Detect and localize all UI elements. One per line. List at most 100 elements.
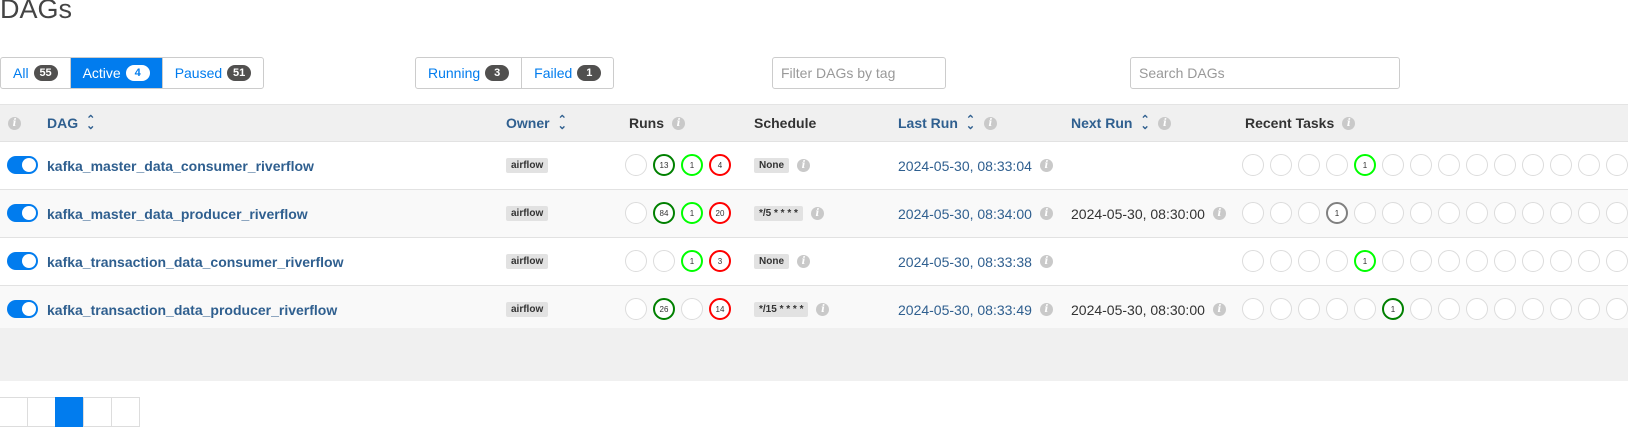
task-state-circle[interactable]	[1382, 202, 1404, 224]
task-state-circle[interactable]	[1242, 250, 1264, 272]
last-run-link[interactable]: 2024-05-30, 08:33:04	[898, 158, 1032, 174]
task-state-circle[interactable]: 1	[1354, 154, 1376, 176]
owner-label[interactable]: airflow	[506, 158, 549, 173]
info-icon[interactable]: i	[1039, 207, 1053, 220]
owner-label[interactable]: airflow	[506, 254, 549, 269]
last-run-link[interactable]: 2024-05-30, 08:33:49	[898, 302, 1032, 318]
info-icon[interactable]: i	[672, 116, 685, 130]
sort-icon[interactable]: ⌃ ⌄	[1140, 115, 1150, 132]
run-state-circle-success[interactable]: 84	[653, 202, 675, 224]
task-state-circle[interactable]	[1382, 154, 1404, 176]
task-state-circle[interactable]	[1606, 154, 1628, 176]
task-state-circle[interactable]	[1578, 154, 1600, 176]
last-run-link[interactable]: 2024-05-30, 08:34:00	[898, 206, 1032, 222]
filter-running-button[interactable]: Running 3	[416, 58, 523, 88]
task-state-circle[interactable]	[1410, 250, 1432, 272]
info-icon[interactable]: i	[8, 116, 21, 130]
info-icon[interactable]: i	[983, 116, 997, 130]
run-state-circle-queued[interactable]	[625, 298, 647, 320]
task-state-circle[interactable]	[1382, 250, 1404, 272]
sort-icon[interactable]: ⌃ ⌄	[966, 115, 976, 132]
run-state-circle-success[interactable]: 13	[653, 154, 675, 176]
run-state-circle-running[interactable]: 1	[681, 154, 703, 176]
run-state-circle-success[interactable]	[653, 250, 675, 272]
owner-label[interactable]: airflow	[506, 206, 549, 221]
task-state-circle[interactable]: 1	[1354, 250, 1376, 272]
dag-name-link[interactable]: kafka_transaction_data_producer_riverflo…	[47, 302, 337, 318]
task-state-circle[interactable]	[1270, 250, 1292, 272]
next-run-column-header[interactable]: Next Run ⌃ ⌄ i	[1071, 105, 1172, 141]
info-icon[interactable]: i	[1158, 116, 1172, 130]
pagination-page-button[interactable]: 1	[55, 397, 84, 427]
info-icon[interactable]: i	[1039, 303, 1053, 316]
task-state-circle[interactable]	[1298, 154, 1320, 176]
run-state-circle-running[interactable]: 1	[681, 250, 703, 272]
task-state-circle[interactable]	[1578, 298, 1600, 320]
task-state-circle[interactable]	[1606, 250, 1628, 272]
task-state-circle[interactable]	[1494, 154, 1516, 176]
last-run-column-header[interactable]: Last Run ⌃ ⌄ i	[898, 105, 997, 141]
pagination-prev-button[interactable]	[27, 397, 56, 427]
task-state-circle[interactable]: 1	[1326, 202, 1348, 224]
task-state-circle[interactable]	[1410, 298, 1432, 320]
task-state-circle[interactable]	[1438, 154, 1460, 176]
run-state-circle-failed[interactable]: 4	[709, 154, 731, 176]
sort-icon[interactable]: ⌃ ⌄	[86, 115, 96, 132]
run-state-circle-running[interactable]: 1	[681, 202, 703, 224]
task-state-circle[interactable]	[1438, 250, 1460, 272]
dag-name-link[interactable]: kafka_master_data_producer_riverflow	[47, 206, 308, 222]
info-icon[interactable]: i	[797, 255, 810, 268]
run-state-circle-running[interactable]	[681, 298, 703, 320]
task-state-circle[interactable]	[1494, 250, 1516, 272]
task-state-circle[interactable]	[1354, 202, 1376, 224]
run-state-circle-queued[interactable]	[625, 250, 647, 272]
filter-all-button[interactable]: All 55	[1, 58, 71, 88]
info-icon[interactable]: i	[1212, 207, 1226, 220]
run-state-circle-failed[interactable]: 3	[709, 250, 731, 272]
pagination-first-button[interactable]	[0, 397, 28, 427]
info-icon[interactable]: i	[1212, 303, 1226, 316]
task-state-circle[interactable]	[1550, 298, 1572, 320]
task-state-circle[interactable]	[1550, 202, 1572, 224]
tag-filter-input[interactable]	[772, 57, 946, 89]
task-state-circle[interactable]	[1606, 298, 1628, 320]
task-state-circle[interactable]	[1522, 154, 1544, 176]
task-state-circle[interactable]	[1522, 250, 1544, 272]
task-state-circle[interactable]	[1438, 298, 1460, 320]
task-state-circle[interactable]	[1466, 154, 1488, 176]
task-state-circle[interactable]	[1270, 154, 1292, 176]
task-state-circle[interactable]	[1578, 202, 1600, 224]
task-state-circle[interactable]	[1270, 202, 1292, 224]
task-state-circle[interactable]	[1522, 202, 1544, 224]
pagination-last-button[interactable]	[111, 397, 140, 427]
task-state-circle[interactable]	[1522, 298, 1544, 320]
task-state-circle[interactable]	[1298, 250, 1320, 272]
owner-label[interactable]: airflow	[506, 302, 549, 317]
owner-column-header[interactable]: Owner ⌃ ⌄	[506, 105, 568, 141]
sort-icon[interactable]: ⌃ ⌄	[558, 115, 568, 132]
schedule-label[interactable]: */5 * * * *	[754, 206, 803, 221]
task-state-circle[interactable]	[1438, 202, 1460, 224]
task-state-circle[interactable]	[1494, 202, 1516, 224]
task-state-circle[interactable]	[1410, 154, 1432, 176]
task-state-circle[interactable]	[1298, 202, 1320, 224]
run-state-circle-failed[interactable]: 14	[709, 298, 731, 320]
run-state-circle-queued[interactable]	[625, 202, 647, 224]
run-state-circle-failed[interactable]: 20	[709, 202, 731, 224]
filter-failed-button[interactable]: Failed 1	[522, 58, 613, 88]
info-icon[interactable]: i	[1039, 255, 1053, 268]
search-input[interactable]	[1130, 57, 1400, 89]
info-icon[interactable]: i	[1342, 116, 1356, 130]
task-state-circle[interactable]: 1	[1382, 298, 1404, 320]
task-state-circle[interactable]	[1606, 202, 1628, 224]
dag-pause-toggle[interactable]	[7, 156, 38, 174]
task-state-circle[interactable]	[1354, 298, 1376, 320]
last-run-link[interactable]: 2024-05-30, 08:33:38	[898, 254, 1032, 270]
dag-name-link[interactable]: kafka_transaction_data_consumer_riverflo…	[47, 254, 343, 270]
dag-name-link[interactable]: kafka_master_data_consumer_riverflow	[47, 158, 314, 174]
task-state-circle[interactable]	[1466, 202, 1488, 224]
task-state-circle[interactable]	[1298, 298, 1320, 320]
task-state-circle[interactable]	[1326, 154, 1348, 176]
task-state-circle[interactable]	[1242, 202, 1264, 224]
task-state-circle[interactable]	[1270, 298, 1292, 320]
